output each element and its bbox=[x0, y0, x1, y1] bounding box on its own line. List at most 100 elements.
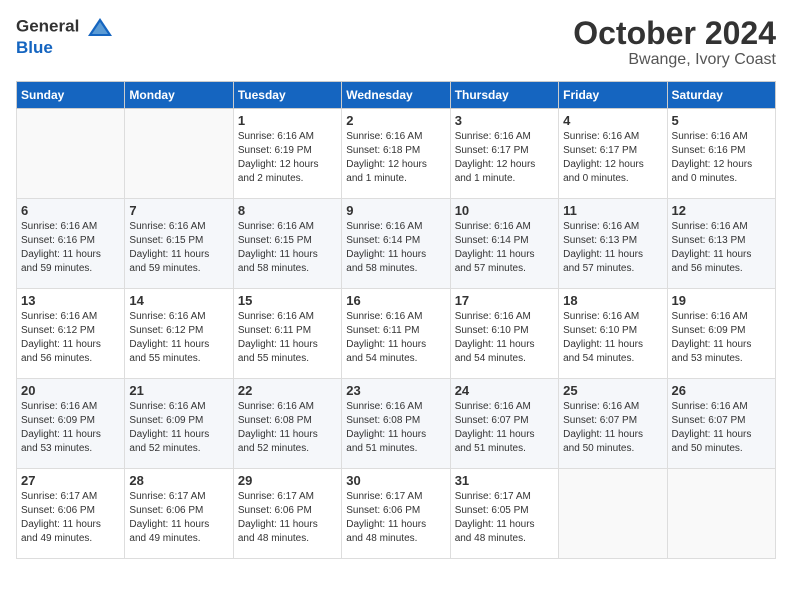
calendar-cell: 3 Sunrise: 6:16 AM Sunset: 6:17 PM Daylig… bbox=[450, 109, 558, 199]
day-detail: Sunrise: 6:16 AM Sunset: 6:07 PM Dayligh… bbox=[672, 400, 771, 456]
day-detail: Sunrise: 6:16 AM Sunset: 6:15 PM Dayligh… bbox=[238, 220, 337, 276]
header-friday: Friday bbox=[559, 82, 667, 109]
day-number: 4 bbox=[563, 113, 662, 128]
calendar-cell: 22 Sunrise: 6:16 AM Sunset: 6:08 PM Dayli… bbox=[233, 379, 341, 469]
calendar-cell: 18 Sunrise: 6:16 AM Sunset: 6:10 PM Dayli… bbox=[559, 289, 667, 379]
day-number: 27 bbox=[21, 473, 120, 488]
day-number: 6 bbox=[21, 203, 120, 218]
calendar-cell: 28Sunrise: 6:17 AM Sunset: 6:06 PM Dayli… bbox=[125, 469, 233, 559]
day-detail: Sunrise: 6:16 AM Sunset: 6:17 PM Dayligh… bbox=[455, 130, 554, 186]
calendar-week-1: 1Sunrise: 6:16 AM Sunset: 6:19 PM Daylig… bbox=[17, 109, 776, 199]
day-detail: Sunrise: 6:17 AM Sunset: 6:06 PM Dayligh… bbox=[238, 490, 337, 546]
day-number: 18 bbox=[563, 293, 662, 308]
calendar-cell: 5Sunrise: 6:16 AM Sunset: 6:16 PM Daylig… bbox=[667, 109, 775, 199]
day-detail: Sunrise: 6:16 AM Sunset: 6:12 PM Dayligh… bbox=[21, 310, 120, 366]
day-detail: Sunrise: 6:16 AM Sunset: 6:08 PM Dayligh… bbox=[346, 400, 445, 456]
day-detail: Sunrise: 6:16 AM Sunset: 6:19 PM Dayligh… bbox=[238, 130, 337, 186]
calendar-cell: 8 Sunrise: 6:16 AM Sunset: 6:15 PM Daylig… bbox=[233, 199, 341, 289]
day-detail: Sunrise: 6:16 AM Sunset: 6:11 PM Dayligh… bbox=[346, 310, 445, 366]
calendar-week-5: 27 Sunrise: 6:17 AM Sunset: 6:06 PM Dayli… bbox=[17, 469, 776, 559]
day-number: 21 bbox=[129, 383, 228, 398]
calendar-cell: 31 Sunrise: 6:17 AM Sunset: 6:05 PM Dayli… bbox=[450, 469, 558, 559]
calendar-header-row: SundayMondayTuesdayWednesdayThursdayFrid… bbox=[17, 82, 776, 109]
day-number: 15 bbox=[238, 293, 337, 308]
calendar-cell: 23 Sunrise: 6:16 AM Sunset: 6:08 PM Dayli… bbox=[342, 379, 450, 469]
day-number: 17 bbox=[455, 293, 554, 308]
day-detail: Sunrise: 6:16 AM Sunset: 6:11 PM Dayligh… bbox=[238, 310, 337, 366]
calendar-cell: 17 Sunrise: 6:16 AM Sunset: 6:10 PM Dayli… bbox=[450, 289, 558, 379]
calendar-cell: 6 Sunrise: 6:16 AM Sunset: 6:16 PM Daylig… bbox=[17, 199, 125, 289]
logo: General Blue bbox=[16, 16, 114, 58]
day-number: 24 bbox=[455, 383, 554, 398]
day-number: 9 bbox=[346, 203, 445, 218]
day-detail: Sunrise: 6:17 AM Sunset: 6:06 PM Dayligh… bbox=[129, 490, 228, 546]
logo-text: General Blue bbox=[16, 16, 114, 58]
day-detail: Sunrise: 6:16 AM Sunset: 6:09 PM Dayligh… bbox=[21, 400, 120, 456]
day-detail: Sunrise: 6:17 AM Sunset: 6:06 PM Dayligh… bbox=[21, 490, 120, 546]
day-detail: Sunrise: 6:16 AM Sunset: 6:10 PM Dayligh… bbox=[563, 310, 662, 366]
day-detail: Sunrise: 6:16 AM Sunset: 6:07 PM Dayligh… bbox=[455, 400, 554, 456]
page-header: General Blue October 2024 Bwange, Ivory … bbox=[16, 16, 776, 69]
calendar-cell: 24 Sunrise: 6:16 AM Sunset: 6:07 PM Dayli… bbox=[450, 379, 558, 469]
day-number: 30 bbox=[346, 473, 445, 488]
day-number: 14 bbox=[129, 293, 228, 308]
calendar-cell: 21 Sunrise: 6:16 AM Sunset: 6:09 PM Dayli… bbox=[125, 379, 233, 469]
title-block: October 2024 Bwange, Ivory Coast bbox=[573, 16, 776, 69]
calendar-cell: 11 Sunrise: 6:16 AM Sunset: 6:13 PM Dayli… bbox=[559, 199, 667, 289]
calendar-cell: 15 Sunrise: 6:16 AM Sunset: 6:11 PM Dayli… bbox=[233, 289, 341, 379]
calendar-cell: 30Sunrise: 6:17 AM Sunset: 6:06 PM Dayli… bbox=[342, 469, 450, 559]
calendar-cell: 29Sunrise: 6:17 AM Sunset: 6:06 PM Dayli… bbox=[233, 469, 341, 559]
calendar-cell bbox=[559, 469, 667, 559]
header-wednesday: Wednesday bbox=[342, 82, 450, 109]
calendar-cell: 20 Sunrise: 6:16 AM Sunset: 6:09 PM Dayli… bbox=[17, 379, 125, 469]
calendar-cell: 10Sunrise: 6:16 AM Sunset: 6:14 PM Dayli… bbox=[450, 199, 558, 289]
day-number: 20 bbox=[21, 383, 120, 398]
header-tuesday: Tuesday bbox=[233, 82, 341, 109]
calendar-cell: 2 Sunrise: 6:16 AM Sunset: 6:18 PM Daylig… bbox=[342, 109, 450, 199]
day-number: 31 bbox=[455, 473, 554, 488]
day-number: 7 bbox=[129, 203, 228, 218]
day-number: 22 bbox=[238, 383, 337, 398]
header-sunday: Sunday bbox=[17, 82, 125, 109]
calendar-week-2: 6 Sunrise: 6:16 AM Sunset: 6:16 PM Daylig… bbox=[17, 199, 776, 289]
day-number: 19 bbox=[672, 293, 771, 308]
day-number: 23 bbox=[346, 383, 445, 398]
logo-blue: Blue bbox=[16, 38, 114, 58]
day-number: 3 bbox=[455, 113, 554, 128]
day-detail: Sunrise: 6:16 AM Sunset: 6:15 PM Dayligh… bbox=[129, 220, 228, 276]
calendar-cell bbox=[17, 109, 125, 199]
day-detail: Sunrise: 6:16 AM Sunset: 6:16 PM Dayligh… bbox=[21, 220, 120, 276]
day-number: 8 bbox=[238, 203, 337, 218]
day-detail: Sunrise: 6:16 AM Sunset: 6:17 PM Dayligh… bbox=[563, 130, 662, 186]
calendar-cell: 27 Sunrise: 6:17 AM Sunset: 6:06 PM Dayli… bbox=[17, 469, 125, 559]
header-monday: Monday bbox=[125, 82, 233, 109]
calendar-cell bbox=[125, 109, 233, 199]
day-detail: Sunrise: 6:17 AM Sunset: 6:05 PM Dayligh… bbox=[455, 490, 554, 546]
day-detail: Sunrise: 6:16 AM Sunset: 6:13 PM Dayligh… bbox=[563, 220, 662, 276]
day-detail: Sunrise: 6:16 AM Sunset: 6:12 PM Dayligh… bbox=[129, 310, 228, 366]
day-number: 26 bbox=[672, 383, 771, 398]
day-detail: Sunrise: 6:16 AM Sunset: 6:09 PM Dayligh… bbox=[129, 400, 228, 456]
day-detail: Sunrise: 6:16 AM Sunset: 6:13 PM Dayligh… bbox=[672, 220, 771, 276]
day-number: 13 bbox=[21, 293, 120, 308]
day-number: 2 bbox=[346, 113, 445, 128]
calendar-cell: 9Sunrise: 6:16 AM Sunset: 6:14 PM Daylig… bbox=[342, 199, 450, 289]
header-saturday: Saturday bbox=[667, 82, 775, 109]
calendar-cell bbox=[667, 469, 775, 559]
calendar-cell: 4 Sunrise: 6:16 AM Sunset: 6:17 PM Daylig… bbox=[559, 109, 667, 199]
calendar-week-4: 20 Sunrise: 6:16 AM Sunset: 6:09 PM Dayli… bbox=[17, 379, 776, 469]
day-detail: Sunrise: 6:16 AM Sunset: 6:07 PM Dayligh… bbox=[563, 400, 662, 456]
header-thursday: Thursday bbox=[450, 82, 558, 109]
day-number: 11 bbox=[563, 203, 662, 218]
day-detail: Sunrise: 6:16 AM Sunset: 6:10 PM Dayligh… bbox=[455, 310, 554, 366]
day-detail: Sunrise: 6:16 AM Sunset: 6:14 PM Dayligh… bbox=[455, 220, 554, 276]
month-title: October 2024 bbox=[573, 16, 776, 51]
calendar-cell: 14 Sunrise: 6:16 AM Sunset: 6:12 PM Dayli… bbox=[125, 289, 233, 379]
day-detail: Sunrise: 6:16 AM Sunset: 6:09 PM Dayligh… bbox=[672, 310, 771, 366]
location-subtitle: Bwange, Ivory Coast bbox=[573, 51, 776, 69]
day-number: 16 bbox=[346, 293, 445, 308]
day-detail: Sunrise: 6:16 AM Sunset: 6:18 PM Dayligh… bbox=[346, 130, 445, 186]
day-detail: Sunrise: 6:16 AM Sunset: 6:08 PM Dayligh… bbox=[238, 400, 337, 456]
day-number: 25 bbox=[563, 383, 662, 398]
calendar-cell: 25 Sunrise: 6:16 AM Sunset: 6:07 PM Dayli… bbox=[559, 379, 667, 469]
